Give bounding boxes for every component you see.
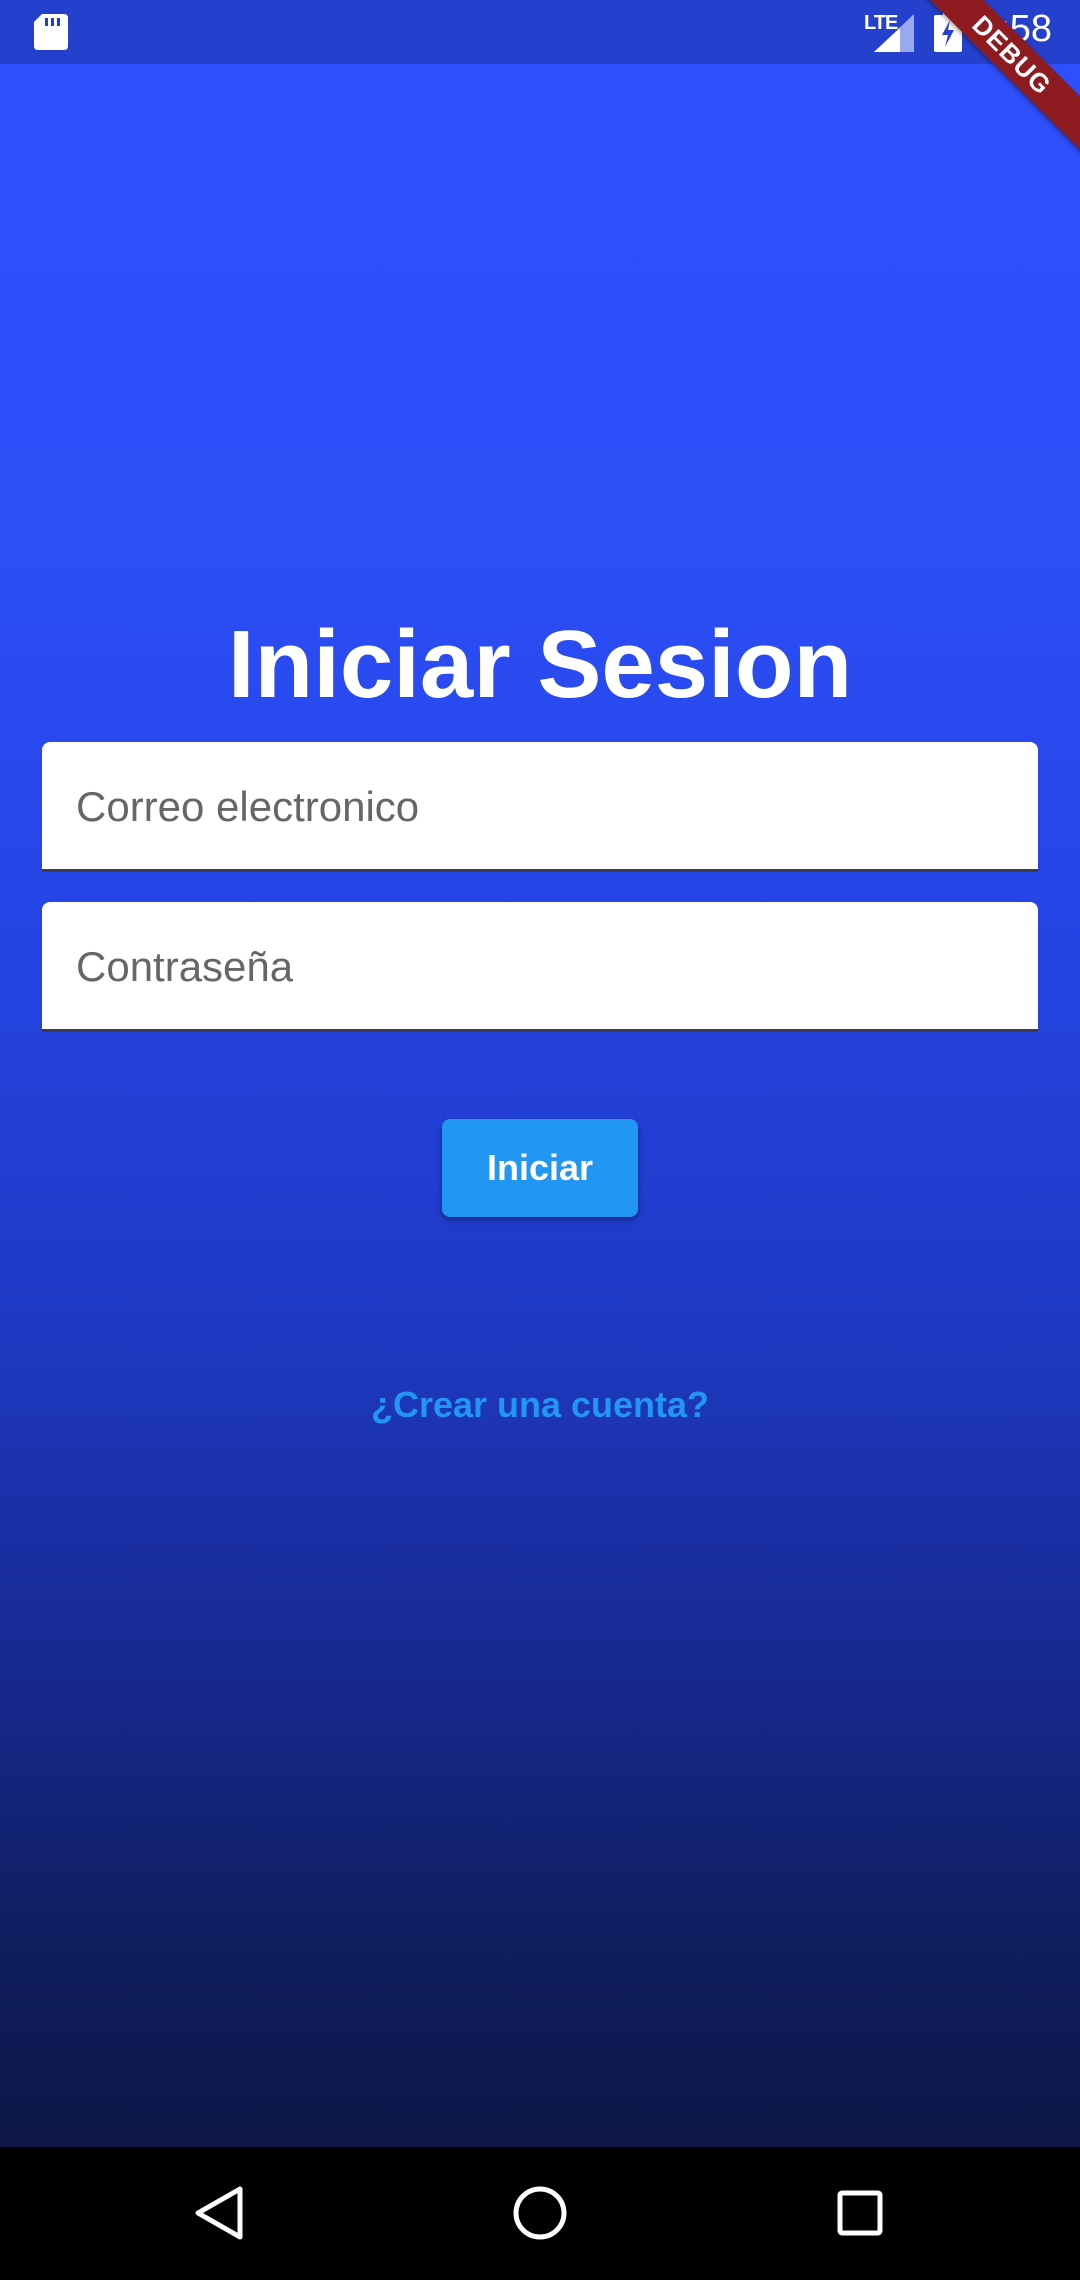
sd-card-icon [34, 14, 68, 50]
login-button[interactable]: Iniciar [442, 1119, 638, 1217]
login-screen: LTE 9:58 DEBUG Iniciar Sesion Iniciar ¿C… [0, 0, 1080, 2280]
email-input[interactable] [74, 742, 1008, 871]
home-icon[interactable] [504, 2177, 576, 2249]
password-input[interactable] [74, 902, 1008, 1031]
navigation-bar [0, 2147, 1080, 2280]
status-bar: LTE 9:58 [0, 0, 1080, 64]
password-field[interactable] [42, 902, 1038, 1032]
signal-icon [874, 14, 914, 52]
back-icon[interactable] [184, 2177, 256, 2249]
page-title: Iniciar Sesion [227, 611, 853, 718]
email-field[interactable] [42, 742, 1038, 872]
create-account-link[interactable]: ¿Crear una cuenta? [0, 1384, 1080, 1426]
recents-icon[interactable] [824, 2177, 896, 2249]
